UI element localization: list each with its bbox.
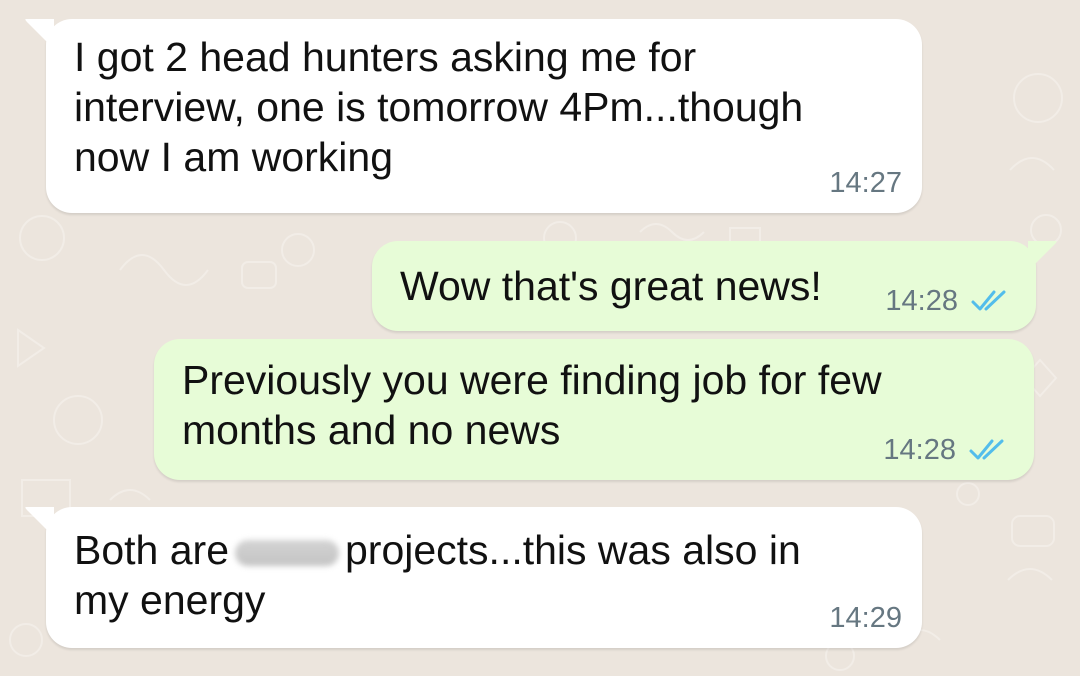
message-text: Both are projects...this was also in my e… [74, 525, 801, 625]
message-time: 14:27 [829, 167, 902, 199]
message-text: Previously you were finding job for few … [182, 357, 882, 453]
message-text: I got 2 head hunters asking me for inter… [74, 34, 804, 180]
incoming-message[interactable]: Both are projects...this was also in my e… [25, 507, 922, 648]
timestamp: 14:28 [883, 434, 956, 466]
bubble-tail-icon [25, 507, 54, 537]
redacted-text [235, 540, 339, 566]
double-check-read-icon [971, 290, 1006, 311]
incoming-message[interactable]: I got 2 head hunters asking me for inter… [25, 19, 922, 213]
timestamp: 14:29 [829, 602, 902, 634]
message-time: 14:28 [883, 434, 1008, 466]
outgoing-message[interactable]: Wow that's great news! 14:28 [372, 241, 1057, 331]
timestamp: 14:27 [829, 167, 902, 199]
timestamp: 14:28 [885, 285, 958, 317]
outgoing-message[interactable]: Previously you were finding job for few … [154, 339, 1034, 480]
bubble-tail-icon [25, 19, 54, 49]
double-check-read-icon [969, 439, 1004, 460]
chat-thread: I got 2 head hunters asking me for inter… [0, 0, 1080, 676]
message-time: 14:28 [885, 285, 1010, 317]
message-text-start: Both are [74, 527, 229, 573]
message-time: 14:29 [829, 602, 902, 634]
bubble-tail-icon [1028, 241, 1057, 271]
message-text: Wow that's great news! [400, 263, 822, 309]
